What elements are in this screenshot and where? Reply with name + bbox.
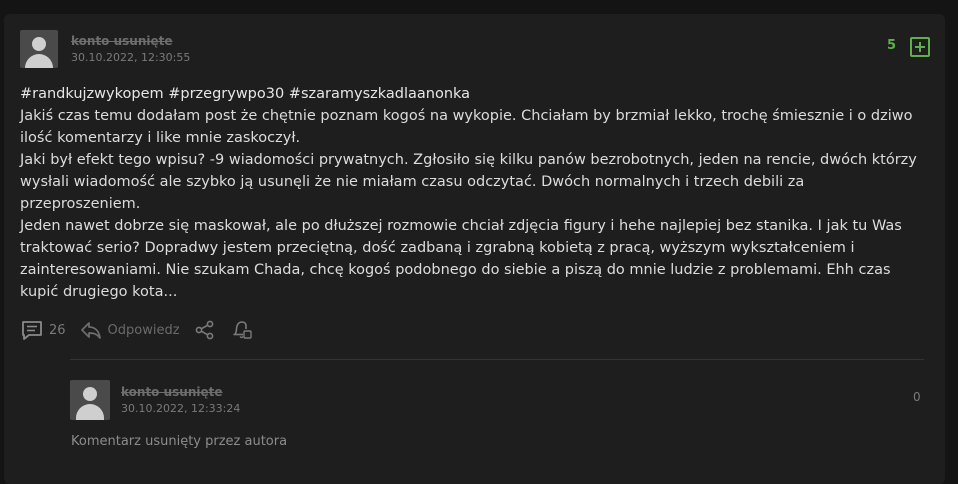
author-name[interactable]: konto usunięte bbox=[71, 34, 173, 48]
post-tags[interactable]: #randkujzwykopem #przegrywpo30 #szaramys… bbox=[20, 83, 925, 105]
post-date[interactable]: 30.10.2022, 12:30:55 bbox=[71, 51, 190, 64]
avatar-placeholder-icon bbox=[32, 37, 46, 51]
comments-button[interactable]: 26 bbox=[20, 320, 66, 340]
author-avatar[interactable] bbox=[20, 30, 58, 68]
reply-button[interactable]: Odpowiedz bbox=[80, 320, 180, 340]
share-button[interactable] bbox=[194, 320, 216, 340]
vote-count: 5 bbox=[887, 38, 897, 53]
comment-vote-count: 0 bbox=[913, 390, 921, 404]
notification-button[interactable] bbox=[230, 320, 254, 340]
post-content: #randkujzwykopem #przegrywpo30 #szaramys… bbox=[20, 83, 925, 303]
comment-author-name[interactable]: konto usunięte bbox=[121, 385, 223, 399]
entry-card: konto usunięte 30.10.2022, 12:30:55 5 #r… bbox=[4, 14, 945, 484]
comment-count: 26 bbox=[49, 322, 66, 338]
share-icon bbox=[194, 320, 216, 340]
comments-divider bbox=[70, 359, 924, 360]
notification-bell-icon bbox=[230, 320, 254, 340]
post-paragraph: Jeden nawet dobrze się maskował, ale po … bbox=[20, 218, 902, 300]
reply-label: Odpowiedz bbox=[107, 322, 180, 338]
comment-date[interactable]: 30.10.2022, 12:33:24 bbox=[121, 402, 240, 415]
reply-icon bbox=[80, 320, 102, 340]
comments-icon bbox=[20, 320, 44, 340]
post-paragraph: Jakiś czas temu dodałam post że chętnie … bbox=[20, 108, 913, 146]
plus-icon[interactable] bbox=[910, 37, 930, 57]
post-actions: 26 Odpowiedz bbox=[20, 317, 268, 343]
post-paragraph: Jaki był efekt tego wpisu? -9 wiadomości… bbox=[20, 152, 917, 212]
avatar-placeholder-icon bbox=[83, 387, 97, 401]
comment-author-avatar[interactable] bbox=[70, 380, 110, 420]
comment-deleted-text: Komentarz usunięty przez autora bbox=[71, 434, 288, 449]
